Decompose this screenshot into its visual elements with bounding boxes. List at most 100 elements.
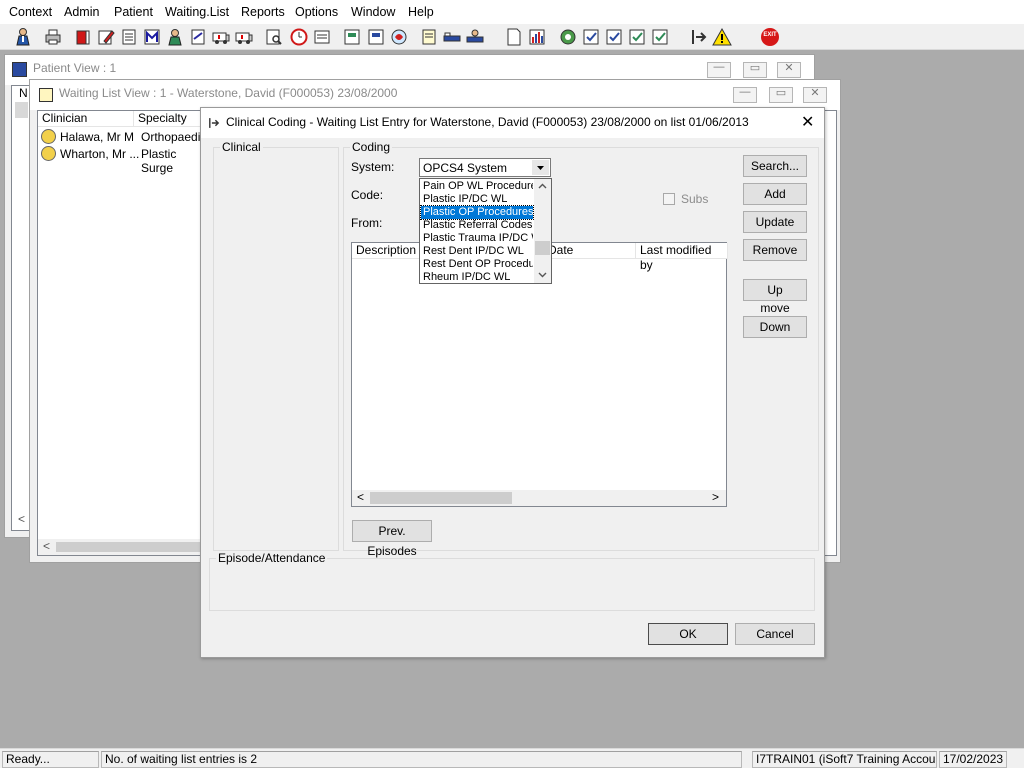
column-header-last-modified-by[interactable]: Last modified by — [636, 243, 728, 272]
menu-context[interactable]: Context — [9, 5, 52, 19]
update-button[interactable]: Update — [743, 211, 807, 233]
globe-doc-icon[interactable] — [389, 27, 409, 47]
m-icon[interactable] — [142, 27, 162, 47]
episode-attendance-group: Episode/Attendance — [209, 551, 815, 611]
dropdown-item[interactable]: Plastic OP Procedures — [420, 205, 534, 220]
column-header-description[interactable]: Description — [352, 243, 422, 259]
menu-help[interactable]: Help — [408, 5, 434, 19]
dropdown-item[interactable]: Rest Dent IP/DC WL — [421, 245, 533, 258]
exit-icon[interactable]: EXIT — [760, 27, 780, 47]
dropdown-scrollbar[interactable] — [534, 179, 551, 283]
dialog-titlebar[interactable]: Clinical Coding - Waiting List Entry for… — [201, 108, 824, 138]
warning-icon[interactable] — [712, 27, 732, 47]
clinician-icon — [41, 146, 56, 161]
subs-checkbox[interactable] — [663, 193, 675, 205]
row-clinician: Wharton, Mr ... — [60, 147, 140, 161]
move-label: move — [760, 301, 790, 315]
dialog-close-icon[interactable]: ✕ — [801, 112, 814, 132]
row-specialty: Plastic Surge — [141, 147, 177, 175]
scrollbar-thumb[interactable] — [370, 492, 512, 504]
add-button[interactable]: Add — [743, 183, 807, 205]
patient-view-close-button[interactable]: ✕ — [777, 62, 801, 78]
ambulance-icon[interactable] — [234, 27, 254, 47]
chevron-down-icon[interactable] — [532, 160, 549, 175]
bed-person-icon[interactable] — [465, 27, 485, 47]
dropdown-item[interactable]: Rest Dent OP Procedure — [421, 258, 533, 271]
dropdown-item[interactable]: Plastic IP/DC WL — [421, 193, 533, 206]
user-icon[interactable] — [13, 27, 33, 47]
menu-options[interactable]: Options — [295, 5, 338, 19]
system-select-value: OPCS4 System — [423, 161, 508, 175]
notepad-icon[interactable] — [419, 27, 439, 47]
prev-episodes-button[interactable]: Prev. Episodes — [352, 520, 432, 558]
waiting-list-view-titlebar[interactable]: Waiting List View : 1 - Waterstone, Davi… — [30, 80, 840, 110]
row-clinician: Halawa, Mr M — [60, 130, 135, 144]
transfer-icon[interactable] — [689, 27, 709, 47]
patient-view-icon — [12, 62, 27, 77]
print-doc-icon[interactable] — [342, 27, 362, 47]
move-down-button[interactable]: Down — [743, 316, 807, 338]
ok-button[interactable]: OK — [648, 623, 728, 645]
search-doc-icon[interactable] — [264, 27, 284, 47]
form-icon[interactable] — [188, 27, 208, 47]
book-icon[interactable] — [73, 27, 93, 47]
chevron-down-icon[interactable] — [538, 272, 547, 278]
cancel-button[interactable]: Cancel — [735, 623, 815, 645]
menu-bar: Context Admin Patient Waiting.List Repor… — [0, 0, 1024, 24]
dropdown-item[interactable]: Plastic Trauma IP/DC WL — [421, 232, 533, 245]
horizontal-scrollbar[interactable]: < — [38, 539, 204, 555]
status-bar: Ready... No. of waiting list entries is … — [0, 748, 1024, 768]
menu-window[interactable]: Window — [351, 5, 395, 19]
table-row[interactable]: Wharton, Mr ... Plastic Surge — [38, 145, 204, 175]
dropdown-item[interactable]: Plastic Referral Codes — [421, 219, 533, 232]
printer-icon[interactable] — [43, 27, 63, 47]
patient-view-maximize-button[interactable]: ▭ — [743, 62, 767, 78]
waiting-list-minimize-button[interactable]: — — [733, 86, 757, 103]
dropdown-item[interactable]: Pain OP WL Procedure — [421, 180, 533, 193]
system-dropdown-list[interactable]: Pain OP WL Procedure Plastic IP/DC WL Plas… — [419, 178, 552, 284]
menu-patient[interactable]: Patient — [114, 5, 153, 19]
table-row[interactable]: Halawa, Mr M Orthopaedic — [38, 128, 206, 145]
scroll-left-arrow-icon[interactable]: < — [18, 512, 25, 526]
menu-reports[interactable]: Reports — [241, 5, 285, 19]
scrollbar-thumb[interactable] — [56, 542, 204, 552]
dropdown-item[interactable]: Rheum IP/DC WL — [421, 271, 533, 284]
chart-icon[interactable] — [527, 27, 547, 47]
menu-admin[interactable]: Admin — [64, 5, 99, 19]
person-icon[interactable] — [165, 27, 185, 47]
page-icon[interactable] — [504, 27, 524, 47]
edit-icon[interactable] — [96, 27, 116, 47]
check-doc-icon[interactable] — [650, 27, 670, 47]
menu-waiting-list[interactable]: Waiting.List — [165, 5, 229, 19]
column-header-specialty[interactable]: Specialty — [134, 111, 204, 127]
waiting-list-view-title: Waiting List View : 1 - Waterstone, Davi… — [59, 86, 398, 100]
notes-icon[interactable] — [119, 27, 139, 47]
bed-icon[interactable] — [442, 27, 462, 47]
column-header-clinician[interactable]: Clinician — [38, 111, 134, 127]
check-doc-icon[interactable] — [604, 27, 624, 47]
waiting-list-close-button[interactable]: ✕ — [803, 87, 827, 103]
system-select[interactable]: OPCS4 System — [419, 158, 551, 177]
patient-view-minimize-button[interactable]: — — [707, 61, 731, 78]
chevron-up-icon[interactable] — [538, 183, 547, 189]
remove-button[interactable]: Remove — [743, 239, 807, 261]
move-up-button[interactable]: Up — [743, 279, 807, 301]
scroll-right-arrow-icon[interactable]: > — [712, 490, 719, 504]
clinical-group-label: Clinical — [220, 140, 263, 154]
search-button[interactable]: Search... — [743, 155, 807, 177]
clock-icon[interactable] — [289, 27, 309, 47]
list-icon[interactable] — [312, 27, 332, 47]
system-label: System: — [351, 160, 395, 174]
scroll-left-arrow-icon[interactable]: < — [43, 539, 50, 553]
waiting-list-maximize-button[interactable]: ▭ — [769, 87, 793, 103]
scroll-left-arrow-icon[interactable]: < — [357, 490, 364, 504]
coding-group: Coding System: OPCS4 System Code: From: … — [343, 140, 819, 558]
check-doc-icon[interactable] — [627, 27, 647, 47]
dropdown-scrollbar-thumb[interactable] — [535, 241, 550, 255]
globe-icon[interactable] — [558, 27, 578, 47]
check-doc-icon[interactable] — [581, 27, 601, 47]
print-doc-icon[interactable] — [366, 27, 386, 47]
ambulance-icon[interactable] — [211, 27, 231, 47]
column-header-date[interactable]: Date — [544, 243, 636, 259]
horizontal-scrollbar[interactable]: < > — [352, 490, 726, 506]
